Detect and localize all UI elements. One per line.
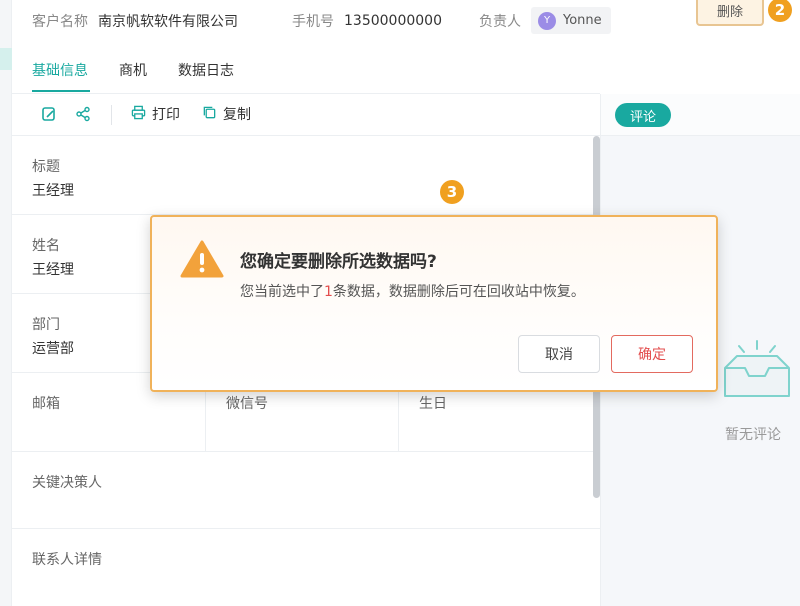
name-value[interactable]: 王经理 [32, 259, 74, 279]
birthday-label: 生日 [419, 396, 447, 412]
avatar: Y [538, 11, 556, 30]
customer-name-value: 南京帆软软件有限公司 [98, 14, 238, 30]
confirm-button[interactable]: 确定 [611, 335, 693, 373]
title-label: 标题 [32, 159, 60, 175]
field-decision-maker[interactable]: 关键决策人 [12, 452, 600, 529]
printer-icon [131, 105, 146, 124]
department-value[interactable]: 运营部 [32, 338, 74, 358]
dialog-message-suffix: 条数据，数据删除后可在回收站中恢复。 [332, 284, 585, 300]
delete-button[interactable]: 删除 [696, 0, 764, 26]
tab-basic-info[interactable]: 基础信息 [32, 60, 88, 80]
comment-panel-header: 评论 [601, 94, 800, 136]
owner-chip[interactable]: Y Yonne [531, 7, 611, 34]
owner-field: 负责人 [479, 11, 531, 31]
owner-name: Yonne [563, 13, 602, 28]
decision-maker-label: 关键决策人 [32, 475, 102, 491]
copy-button[interactable]: 复制 [202, 104, 251, 124]
edit-icon[interactable] [41, 106, 57, 126]
left-nav-strip [0, 0, 12, 606]
contact-detail-label: 联系人详情 [32, 552, 102, 568]
dialog-title: 您确定要删除所选数据吗? [240, 252, 437, 272]
comment-tab[interactable]: 评论 [615, 103, 671, 127]
empty-inbox-icon [719, 338, 795, 408]
customer-name-field: 客户名称 南京帆软软件有限公司 [32, 11, 238, 31]
field-title: 标题 王经理 [12, 136, 600, 215]
title-value[interactable]: 王经理 [32, 180, 74, 200]
tab-data-log[interactable]: 数据日志 [178, 60, 234, 80]
delete-confirm-dialog: 您确定要删除所选数据吗? 您当前选中了1条数据，数据删除后可在回收站中恢复。 取… [150, 215, 718, 392]
warning-icon [180, 239, 224, 279]
cancel-button[interactable]: 取消 [518, 335, 600, 373]
active-tab-indicator [32, 90, 90, 92]
detail-header: 客户名称 南京帆软软件有限公司 手机号 13500000000 负责人 [12, 0, 800, 44]
left-nav-active-item[interactable] [0, 48, 12, 70]
copy-label: 复制 [223, 107, 251, 123]
phone-label: 手机号 [292, 14, 334, 30]
email-label: 邮箱 [32, 396, 60, 412]
phone-field: 手机号 13500000000 [292, 11, 442, 31]
copy-icon [202, 105, 217, 124]
detail-tabs: 基础信息 商机 数据日志 [12, 44, 600, 94]
dialog-message: 您当前选中了1条数据，数据删除后可在回收站中恢复。 [240, 281, 585, 301]
print-label: 打印 [152, 107, 180, 123]
tab-opportunity[interactable]: 商机 [119, 60, 147, 80]
field-contact-detail[interactable]: 联系人详情 [12, 529, 600, 606]
dialog-message-prefix: 您当前选中了 [240, 284, 324, 300]
phone-value: 13500000000 [344, 13, 442, 29]
no-comments-text: 暂无评论 [725, 427, 781, 443]
customer-name-label: 客户名称 [32, 14, 88, 30]
toolbar-divider [111, 105, 112, 125]
department-label: 部门 [32, 317, 60, 333]
wechat-label: 微信号 [226, 396, 268, 412]
detail-toolbar: 打印 复制 [12, 94, 600, 136]
print-button[interactable]: 打印 [131, 104, 180, 124]
name-label: 姓名 [32, 238, 60, 254]
share-icon[interactable] [75, 106, 91, 126]
selected-count: 1 [324, 284, 333, 300]
step-3-badge: 3 [440, 180, 464, 204]
owner-label: 负责人 [479, 14, 521, 30]
